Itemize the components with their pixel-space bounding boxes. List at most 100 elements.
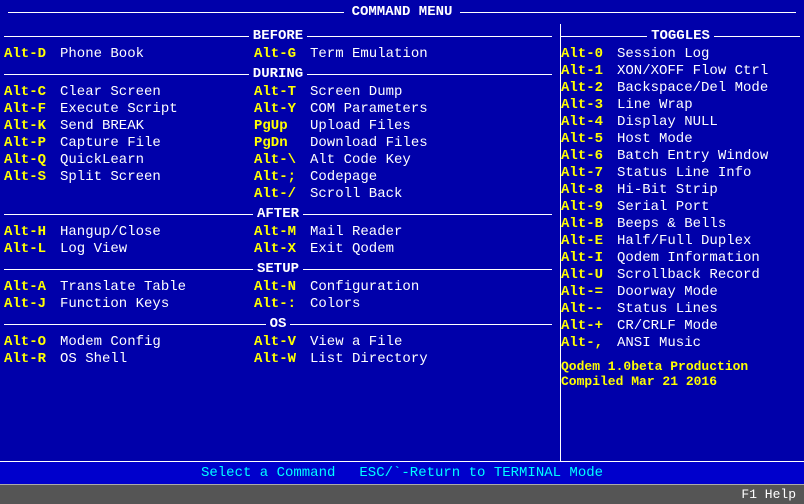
key-alt-t[interactable]: Alt-T	[254, 84, 306, 100]
label-codepage: Codepage	[310, 169, 377, 185]
key-toggle-alt-b[interactable]: Alt-B	[561, 216, 613, 232]
section-after-header: AFTER	[4, 206, 552, 222]
key-toggle-alt-2[interactable]: Alt-2	[561, 80, 613, 96]
toggle-alt-3: Alt-3 Line Wrap	[561, 97, 800, 113]
label-doorway-mode: Doorway Mode	[617, 284, 718, 300]
key-toggle-alt-4[interactable]: Alt-4	[561, 114, 613, 130]
during-row-4: Alt-P Capture File PgDn Download Files	[4, 135, 552, 151]
label-status-lines: Status Lines	[617, 301, 718, 317]
key-alt-j[interactable]: Alt-J	[4, 296, 56, 312]
key-alt-a[interactable]: Alt-A	[4, 279, 56, 295]
label-status-line-info: Status Line Info	[617, 165, 751, 181]
key-alt-h[interactable]: Alt-H	[4, 224, 56, 240]
key-empty-1	[4, 186, 56, 202]
bottom-escape: ESC/`-Return to TERMINAL Mode	[359, 465, 603, 481]
key-alt-q[interactable]: Alt-Q	[4, 152, 56, 168]
label-configuration: Configuration	[310, 279, 419, 295]
right-panel: TOGGLES Alt-0 Session Log Alt-1 XON/XOFF…	[560, 24, 800, 461]
label-scroll-back: Scroll Back	[310, 186, 402, 202]
label-session-log: Session Log	[617, 46, 709, 62]
toggle-alt-2: Alt-2 Backspace/Del Mode	[561, 80, 800, 96]
f1-label[interactable]: F1 Help	[741, 487, 796, 502]
toggle-alt-b: Alt-B Beeps & Bells	[561, 216, 800, 232]
label-line-wrap: Line Wrap	[617, 97, 693, 113]
setup-row-1: Alt-A Translate Table Alt-N Configuratio…	[4, 279, 552, 295]
label-log-view: Log View	[60, 241, 127, 257]
key-alt-r[interactable]: Alt-R	[4, 351, 56, 367]
key-alt-backslash[interactable]: Alt-\	[254, 152, 306, 168]
key-toggle-alt-minus[interactable]: Alt--	[561, 301, 613, 317]
label-split-screen: Split Screen	[60, 169, 161, 185]
key-toggle-alt-5[interactable]: Alt-5	[561, 131, 613, 147]
main-content: BEFORE Alt-D Phone Book Alt-G Term Emula…	[0, 24, 804, 461]
key-toggle-alt-6[interactable]: Alt-6	[561, 148, 613, 164]
label-hangup-close: Hangup/Close	[60, 224, 161, 240]
label-display-null: Display NULL	[617, 114, 718, 130]
key-toggle-alt-7[interactable]: Alt-7	[561, 165, 613, 181]
key-alt-l[interactable]: Alt-L	[4, 241, 56, 257]
key-alt-s[interactable]: Alt-S	[4, 169, 56, 185]
label-clear-screen: Clear Screen	[60, 84, 161, 100]
key-toggle-alt-i[interactable]: Alt-I	[561, 250, 613, 266]
label-upload-files: Upload Files	[310, 118, 411, 134]
os-row-2: Alt-R OS Shell Alt-W List Directory	[4, 351, 552, 367]
key-toggle-alt-e[interactable]: Alt-E	[561, 233, 613, 249]
toggle-alt-9: Alt-9 Serial Port	[561, 199, 800, 215]
key-pgup[interactable]: PgUp	[254, 118, 306, 134]
key-toggle-alt-9[interactable]: Alt-9	[561, 199, 613, 215]
label-modem-config: Modem Config	[60, 334, 161, 350]
during-row-1: Alt-C Clear Screen Alt-T Screen Dump	[4, 84, 552, 100]
version-line2: Compiled Mar 21 2016	[561, 374, 800, 389]
title-line-left	[8, 12, 344, 13]
key-alt-slash[interactable]: Alt-/	[254, 186, 306, 202]
section-toggles-header: TOGGLES	[561, 28, 800, 44]
key-alt-k[interactable]: Alt-K	[4, 118, 56, 134]
key-alt-f[interactable]: Alt-F	[4, 101, 56, 117]
key-alt-colon[interactable]: Alt-:	[254, 296, 306, 312]
key-toggle-alt-u[interactable]: Alt-U	[561, 267, 613, 283]
toggle-alt-comma: Alt-, ANSI Music	[561, 335, 800, 351]
toggle-alt-plus: Alt-+ CR/CRLF Mode	[561, 318, 800, 334]
label-phone-book: Phone Book	[60, 46, 144, 62]
key-alt-w[interactable]: Alt-W	[254, 351, 306, 367]
key-alt-c[interactable]: Alt-C	[4, 84, 56, 100]
before-row-1: Alt-D Phone Book Alt-G Term Emulation	[4, 46, 552, 62]
key-toggle-alt-8[interactable]: Alt-8	[561, 182, 613, 198]
key-alt-x[interactable]: Alt-X	[254, 241, 306, 257]
key-toggle-alt-3[interactable]: Alt-3	[561, 97, 613, 113]
during-row-5: Alt-Q QuickLearn Alt-\ Alt Code Key	[4, 152, 552, 168]
key-alt-v[interactable]: Alt-V	[254, 334, 306, 350]
key-toggle-alt-0[interactable]: Alt-0	[561, 46, 613, 62]
toggle-alt-6: Alt-6 Batch Entry Window	[561, 148, 800, 164]
toggle-alt-0: Alt-0 Session Log	[561, 46, 800, 62]
label-ansi-music: ANSI Music	[617, 335, 701, 351]
label-com-parameters: COM Parameters	[310, 101, 428, 117]
label-os-shell: OS Shell	[60, 351, 127, 367]
bottom-bar: Select a Command ESC/`-Return to TERMINA…	[0, 461, 804, 484]
toggle-alt-equals: Alt-= Doorway Mode	[561, 284, 800, 300]
label-execute-script: Execute Script	[60, 101, 178, 117]
key-alt-semicolon[interactable]: Alt-;	[254, 169, 306, 185]
label-scrollback-record: Scrollback Record	[617, 267, 760, 283]
key-alt-d[interactable]: Alt-D	[4, 46, 56, 62]
section-setup-header: SETUP	[4, 261, 552, 277]
key-alt-o[interactable]: Alt-O	[4, 334, 56, 350]
key-alt-m[interactable]: Alt-M	[254, 224, 306, 240]
key-alt-g[interactable]: Alt-G	[254, 46, 306, 62]
setup-row-2: Alt-J Function Keys Alt-: Colors	[4, 296, 552, 312]
label-xon-xoff: XON/XOFF Flow Ctrl	[617, 63, 768, 79]
key-alt-p[interactable]: Alt-P	[4, 135, 56, 151]
toggle-alt-e: Alt-E Half/Full Duplex	[561, 233, 800, 249]
label-quicklearn: QuickLearn	[60, 152, 144, 168]
label-view-file: View a File	[310, 334, 402, 350]
key-toggle-alt-plus[interactable]: Alt-+	[561, 318, 613, 334]
os-row-1: Alt-O Modem Config Alt-V View a File	[4, 334, 552, 350]
key-pgdn[interactable]: PgDn	[254, 135, 306, 151]
key-toggle-alt-equals[interactable]: Alt-=	[561, 284, 613, 300]
key-toggle-alt-1[interactable]: Alt-1	[561, 63, 613, 79]
label-qodem-info: Qodem Information	[617, 250, 760, 266]
key-alt-n[interactable]: Alt-N	[254, 279, 306, 295]
during-row-2: Alt-F Execute Script Alt-Y COM Parameter…	[4, 101, 552, 117]
key-toggle-alt-comma[interactable]: Alt-,	[561, 335, 613, 351]
key-alt-y[interactable]: Alt-Y	[254, 101, 306, 117]
